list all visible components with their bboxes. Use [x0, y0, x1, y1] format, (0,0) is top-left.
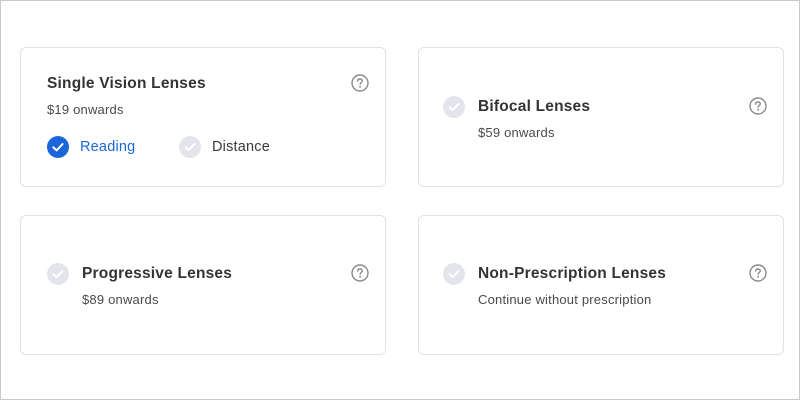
check-circle-filled-icon — [47, 136, 69, 158]
lens-card-non-prescription[interactable]: Non-Prescription Lenses Continue without… — [418, 215, 784, 355]
lens-card-price: $89 onwards — [82, 292, 159, 307]
lens-card-title: Non-Prescription Lenses — [478, 265, 667, 282]
lens-card-title: Progressive Lenses — [82, 265, 233, 282]
lens-card-price: $19 onwards — [47, 102, 124, 117]
help-icon[interactable] — [351, 74, 369, 92]
help-icon[interactable] — [749, 264, 767, 282]
option-reading[interactable]: Reading — [47, 136, 135, 158]
option-label: Distance — [212, 139, 271, 155]
help-icon[interactable] — [749, 97, 767, 115]
lens-card-progressive[interactable]: Progressive Lenses $89 onwards — [20, 215, 386, 355]
check-circle-outline-icon — [443, 263, 465, 285]
lens-card-price: $59 onwards — [478, 125, 555, 140]
option-label: Reading — [80, 139, 136, 155]
lens-card-title: Bifocal Lenses — [478, 98, 591, 115]
check-circle-outline-icon — [47, 263, 69, 285]
lens-card-bifocal[interactable]: Bifocal Lenses $59 onwards — [418, 47, 784, 187]
check-circle-outline-icon — [179, 136, 201, 158]
lens-card-title: Single Vision Lenses — [47, 75, 206, 92]
lens-card-single-vision[interactable]: Single Vision Lenses $19 onwards Reading — [20, 47, 386, 187]
option-distance[interactable]: Distance — [179, 136, 270, 158]
lens-card-subtitle: Continue without prescription — [478, 292, 652, 307]
lens-type-panel: Single Vision Lenses $19 onwards Reading — [0, 0, 800, 400]
help-icon[interactable] — [351, 264, 369, 282]
check-circle-outline-icon — [443, 96, 465, 118]
